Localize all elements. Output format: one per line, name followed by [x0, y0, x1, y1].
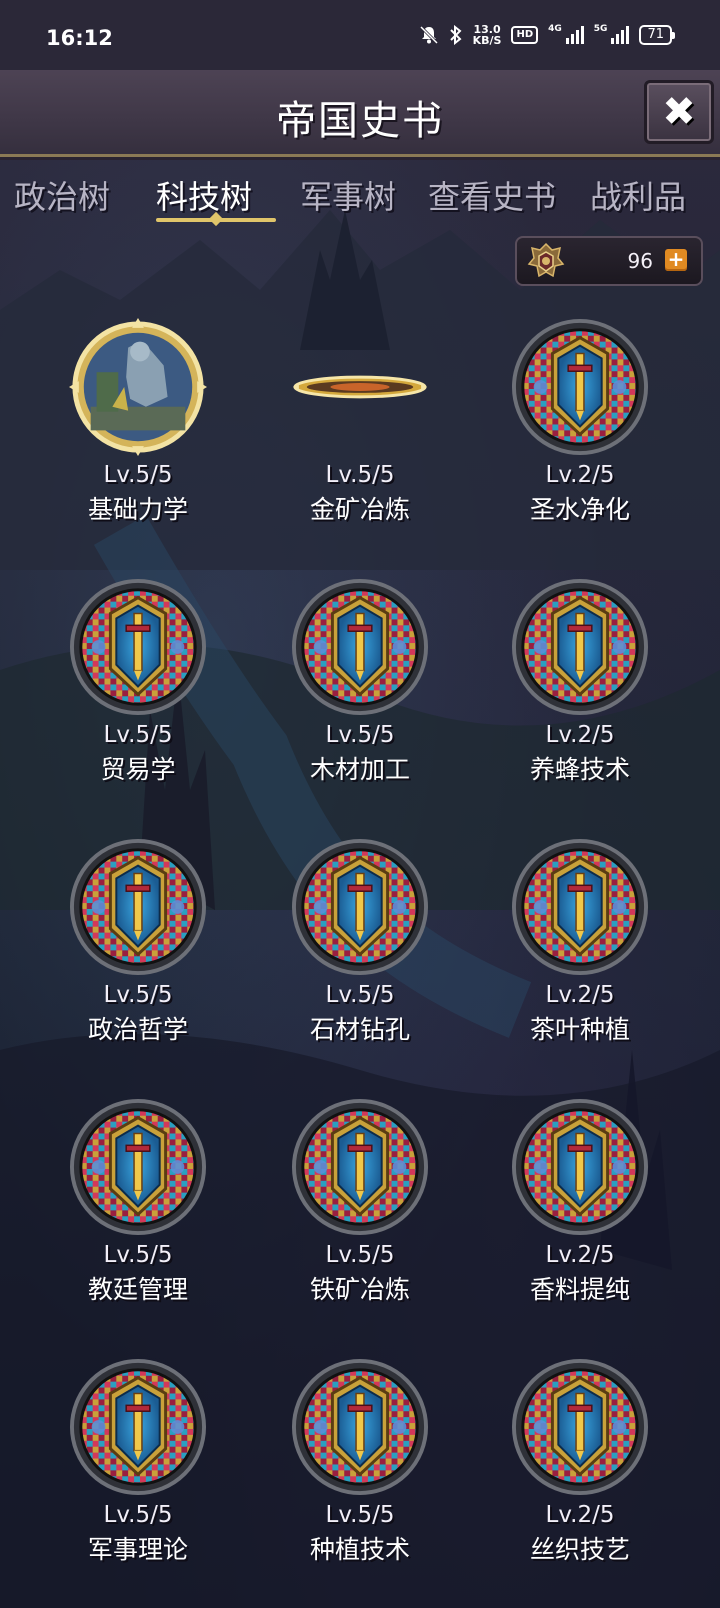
- tech-name: 种植技术: [309, 1535, 410, 1564]
- tech-level: Lv.5/5: [103, 1242, 173, 1268]
- tech-level: Lv.5/5: [325, 1242, 395, 1268]
- stained-glass-sword-icon: [69, 1098, 207, 1236]
- imperial-emblem-icon: [527, 242, 565, 278]
- tech-name: 基础力学: [87, 495, 188, 524]
- stained-glass-sword-icon: [511, 1358, 649, 1496]
- tech-level: Lv.5/5: [103, 722, 173, 748]
- tech-level: Lv.5/5: [325, 462, 395, 488]
- stained-glass-sword-icon: [291, 1358, 429, 1496]
- tech-item[interactable]: Lv.2/5 丝织技艺: [480, 1340, 680, 1580]
- network-label-1: 4G: [548, 24, 562, 34]
- currency-value: 96: [627, 249, 653, 273]
- tab-tech-tree[interactable]: 科技树: [156, 172, 252, 218]
- header-bar: 帝国史书 ✖: [0, 70, 720, 157]
- signal-icon-2: [611, 26, 630, 44]
- add-currency-button[interactable]: +: [665, 249, 687, 271]
- currency-display: 96 +: [515, 236, 703, 286]
- stained-glass-sword-icon: [69, 838, 207, 976]
- tech-name: 养蜂技术: [529, 755, 630, 784]
- stained-glass-sword-icon: [511, 578, 649, 716]
- tech-item[interactable]: Lv.2/5 圣水净化: [480, 300, 680, 540]
- stained-glass-sword-icon: [291, 838, 429, 976]
- close-icon: ✖: [662, 89, 696, 135]
- tech-level: Lv.5/5: [325, 982, 395, 1008]
- tab-view-history[interactable]: 查看史书: [428, 172, 556, 218]
- stained-glass-sword-icon: [69, 578, 207, 716]
- tech-item[interactable]: Lv.5/5 金矿冶炼: [260, 300, 460, 540]
- tech-name: 教廷管理: [87, 1275, 188, 1304]
- stained-glass-sword-icon: [511, 318, 649, 456]
- tech-name: 金矿冶炼: [309, 495, 410, 524]
- stained-glass-sword-icon: [511, 838, 649, 976]
- net-speed: 13.0 KB/S: [473, 24, 502, 46]
- tech-name: 茶叶种植: [529, 1015, 630, 1044]
- tech-name: 圣水净化: [529, 495, 630, 524]
- tech-item[interactable]: Lv.5/5 政治哲学: [38, 820, 238, 1060]
- tech-level: Lv.5/5: [103, 1502, 173, 1528]
- tech-name: 贸易学: [100, 755, 176, 784]
- tech-item[interactable]: Lv.5/5 军事理论: [38, 1340, 238, 1580]
- hd-badge: HD: [511, 26, 539, 44]
- stained-glass-sword-icon: [291, 578, 429, 716]
- tech-item[interactable]: Lv.5/5 木材加工: [260, 560, 460, 800]
- tech-name: 石材钻孔: [309, 1015, 410, 1044]
- tech-item[interactable]: Lv.5/5 教廷管理: [38, 1080, 238, 1320]
- tech-level: Lv.2/5: [545, 1242, 615, 1268]
- tech-item[interactable]: Lv.5/5 贸易学: [38, 560, 238, 800]
- tab-spoils[interactable]: 战利品: [590, 172, 686, 218]
- battery-indicator: 71: [639, 25, 675, 45]
- plus-icon: +: [667, 247, 685, 271]
- tech-item[interactable]: Lv.2/5 养蜂技术: [480, 560, 680, 800]
- tab-military-tree[interactable]: 军事树: [300, 172, 396, 218]
- tech-item[interactable]: Lv.2/5 茶叶种植: [480, 820, 680, 1060]
- tech-level: Lv.5/5: [325, 722, 395, 748]
- tech-level: Lv.2/5: [545, 982, 615, 1008]
- tech-item[interactable]: Lv.2/5 香料提纯: [480, 1080, 680, 1320]
- tech-name: 木材加工: [309, 755, 410, 784]
- tech-name: 军事理论: [87, 1535, 188, 1564]
- statue-medallion-icon: [69, 318, 207, 456]
- mute-bell-icon: [419, 25, 438, 45]
- status-bar: 16:12 13.0 KB/S HD 4G 5G 71: [0, 0, 720, 70]
- tech-level: Lv.5/5: [103, 982, 173, 1008]
- close-button[interactable]: ✖: [644, 80, 714, 144]
- tech-item[interactable]: Lv.5/5 基础力学: [38, 300, 238, 540]
- tech-name: 政治哲学: [87, 1015, 188, 1044]
- status-icons: 13.0 KB/S HD 4G 5G 71: [419, 24, 675, 46]
- gold-ring-disc-icon: [291, 318, 429, 456]
- network-label-2: 5G: [593, 24, 608, 34]
- tab-bar: 政治树 科技树 军事树 查看史书 战利品: [0, 164, 720, 234]
- status-time: 16:12: [46, 26, 113, 50]
- tech-name: 铁矿冶炼: [309, 1275, 410, 1304]
- tech-level: Lv.2/5: [545, 462, 615, 488]
- tech-item[interactable]: Lv.5/5 铁矿冶炼: [260, 1080, 460, 1320]
- tech-item[interactable]: Lv.5/5 石材钻孔: [260, 820, 460, 1060]
- tab-politics-tree[interactable]: 政治树: [14, 172, 110, 218]
- tech-level: Lv.5/5: [103, 462, 173, 488]
- bluetooth-icon: [449, 25, 462, 45]
- net-speed-unit: KB/S: [472, 34, 502, 47]
- stained-glass-sword-icon: [291, 1098, 429, 1236]
- tech-level: Lv.2/5: [545, 1502, 615, 1528]
- stained-glass-sword-icon: [69, 1358, 207, 1496]
- tech-level: Lv.5/5: [325, 1502, 395, 1528]
- tech-item[interactable]: Lv.5/5 种植技术: [260, 1340, 460, 1580]
- tech-level: Lv.2/5: [545, 722, 615, 748]
- stained-glass-sword-icon: [511, 1098, 649, 1236]
- signal-icon-1: [565, 26, 584, 44]
- tech-name: 丝织技艺: [529, 1535, 630, 1564]
- page-title: 帝国史书: [276, 98, 444, 144]
- tech-name: 香料提纯: [529, 1275, 630, 1304]
